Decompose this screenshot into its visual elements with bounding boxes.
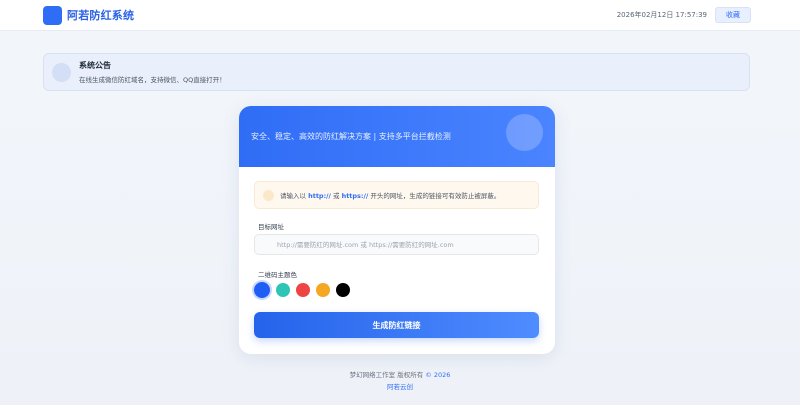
- tip-http: http://: [308, 192, 331, 200]
- decorative-circle-icon: [506, 114, 543, 151]
- tip-text: 请输入以 http:// 或 https:// 开头的网址，生成的链接可有效防止…: [280, 190, 500, 200]
- notice-icon: [52, 62, 71, 82]
- notice-content: 系统公告 在线生成微信防红域名，支持微信、QQ直接打开！: [79, 60, 226, 84]
- color-swatch-2[interactable]: [276, 283, 290, 297]
- info-icon: [263, 189, 274, 201]
- footer-link[interactable]: 阿若云创: [0, 381, 800, 391]
- hero-text: 安全、稳定、高效的防红解决方案 | 支持多平台拦截检测: [251, 132, 451, 141]
- system-notice: 系统公告 在线生成微信防红域名，支持微信、QQ直接打开！: [43, 53, 750, 91]
- copyright-year: © 2026: [425, 371, 451, 379]
- url-label: 目标网址: [258, 223, 284, 231]
- tip-prefix: 请输入以: [280, 192, 309, 200]
- color-swatch-1[interactable]: [254, 282, 270, 298]
- current-datetime: 2026年02月12日 17:57:39: [616, 11, 707, 19]
- color-picker: [254, 282, 350, 298]
- notice-title: 系统公告: [79, 61, 111, 70]
- copyright-text: 梦幻网络工作室 版权所有: [349, 371, 426, 379]
- logo-icon: [43, 5, 62, 25]
- header-right: 2026年02月12日 17:57:39 收藏: [617, 7, 751, 23]
- tip-https: https://: [341, 192, 369, 200]
- brand[interactable]: 阿若防红系统: [43, 5, 135, 25]
- input-tip: 请输入以 http:// 或 https:// 开头的网址，生成的链接可有效防止…: [254, 181, 539, 209]
- footer-copyright: 梦幻网络工作室 版权所有 © 2026: [0, 369, 800, 379]
- notice-text: 在线生成微信防红域名，支持微信、QQ直接打开！: [79, 76, 226, 84]
- color-swatch-4[interactable]: [316, 283, 330, 297]
- color-label: 二维码主题色: [258, 271, 297, 279]
- tip-middle: 或: [330, 192, 342, 200]
- color-swatch-3[interactable]: [296, 283, 310, 297]
- favorite-button[interactable]: 收藏: [715, 7, 751, 23]
- top-header: 阿若防红系统 2026年02月12日 17:57:39 收藏: [0, 0, 800, 31]
- generate-link-button[interactable]: 生成防红链接: [254, 312, 539, 338]
- tip-suffix: 开头的网址，生成的链接可有效防止被屏蔽。: [368, 192, 501, 200]
- card-hero: 安全、稳定、高效的防红解决方案 | 支持多平台拦截检测: [239, 106, 555, 167]
- generator-card: 安全、稳定、高效的防红解决方案 | 支持多平台拦截检测 请输入以 http://…: [239, 106, 555, 354]
- color-swatch-5[interactable]: [336, 283, 350, 297]
- brand-name: 阿若防红系统: [67, 9, 135, 22]
- target-url-input[interactable]: [254, 234, 539, 255]
